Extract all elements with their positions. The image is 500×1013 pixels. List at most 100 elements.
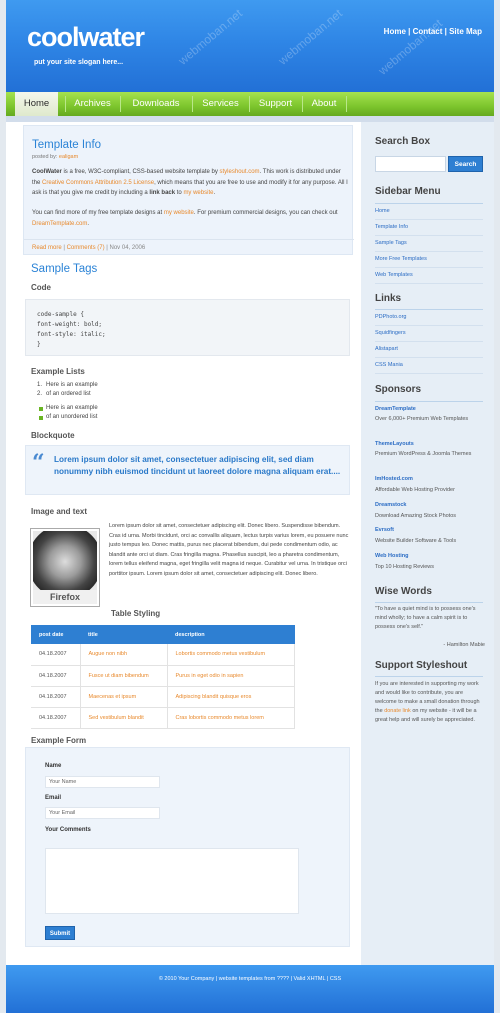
nav-item-about[interactable]: About <box>303 92 345 116</box>
toplink-home[interactable]: Home <box>384 27 406 36</box>
cell-desc-link[interactable]: Cras lobortis commodo metus lorem <box>167 707 295 729</box>
divider <box>375 602 483 603</box>
sidebar-menu-more-templates[interactable]: More Free Templates <box>375 252 483 268</box>
post-paragraph-2: You can find more of my free template de… <box>32 210 338 227</box>
sponsors-title: Sponsors <box>375 384 422 395</box>
my-website-link-2[interactable]: my website <box>164 210 194 216</box>
cell-date: 04.18.2007 <box>31 665 81 687</box>
toplink-contact[interactable]: Contact <box>413 27 443 36</box>
cell-desc-link[interactable]: Purus in eget odio in sapien <box>167 665 295 687</box>
example-form: Name Your Name Email Your Email Your Com… <box>25 747 350 947</box>
license-link[interactable]: Creative Commons Attribution 2.5 License <box>42 180 154 186</box>
sponsor-desc: Download Amazing Stock Photos <box>375 513 457 519</box>
search-input[interactable] <box>375 156 446 172</box>
wise-author: - Hamilton Mabie <box>443 642 485 648</box>
sample-table: post date title description 04.18.2007 A… <box>31 625 295 729</box>
th-post-date: post date <box>31 625 80 644</box>
search-button[interactable]: Search <box>448 156 483 172</box>
sponsor-link[interactable]: ThemeLayouts <box>375 441 414 447</box>
nav-separator <box>346 96 347 112</box>
cell-date: 04.18.2007 <box>31 644 81 666</box>
quote-icon: “ <box>32 450 45 476</box>
sponsor-link[interactable]: Evrsoft <box>375 527 394 533</box>
nav-item-support[interactable]: Support <box>250 92 301 116</box>
table-row: 04.18.2007 Augue non nibh Lobortis commo… <box>31 644 295 666</box>
link-cssmania[interactable]: CSS Mania <box>375 358 483 374</box>
sponsor-desc: Top 10 Hosting Reviews <box>375 564 435 570</box>
blockquote: “ Lorem ipsum dolor sit amet, consectetu… <box>25 445 350 495</box>
sponsor-desc: Over 6,000+ Premium Web Templates <box>375 416 469 422</box>
sponsor-link[interactable]: ImHosted.com <box>375 476 413 482</box>
post-title[interactable]: Template Info <box>32 139 101 151</box>
th-title: title <box>80 625 167 644</box>
support-text: If you are interested in supporting my w… <box>375 681 480 723</box>
email-field[interactable]: Your Email <box>45 807 160 819</box>
table-row: 04.18.2007 Maecenas et ipsum Adipiscing … <box>31 686 295 708</box>
toplink-sitemap[interactable]: Site Map <box>449 27 482 36</box>
name-label: Name <box>45 763 62 769</box>
sponsor-desc: Affordable Web Hosting Provider <box>375 487 455 493</box>
post-footer: Read more | Comments (7) | Nov 04, 2006 <box>24 239 354 256</box>
table-row: 04.18.2007 Sed vestibulum blandit Cras l… <box>31 707 295 729</box>
links-title: Links <box>375 293 402 304</box>
site-slogan: put your site slogan here... <box>34 59 124 66</box>
link-alistapart[interactable]: Alistapart <box>375 342 483 358</box>
link-squidfingers[interactable]: Squidfingers <box>375 326 483 342</box>
divider <box>375 401 483 402</box>
main-nav: Home Archives Downloads Services Support… <box>6 92 494 116</box>
wise-quote: "To have a quiet mind is to possess one'… <box>375 606 476 630</box>
sidebar-menu-template-info[interactable]: Template Info <box>375 220 483 236</box>
cell-title-link[interactable]: Maecenas et ipsum <box>80 686 168 708</box>
image-text: Lorem ipsum dolor sit amet, consectetuer… <box>109 523 349 577</box>
site-footer: © 2010 Your Company | website templates … <box>6 965 494 1013</box>
site-header: webmoban.net webmoban.net webmoban.net c… <box>6 0 494 92</box>
name-field[interactable]: Your Name <box>45 776 160 788</box>
comments-textarea[interactable] <box>45 848 299 914</box>
sponsor-link[interactable]: Dreamstock <box>375 502 407 508</box>
nav-item-archives[interactable]: Archives <box>66 92 119 116</box>
post-byline: posted by: ealigam <box>32 154 78 160</box>
sidebar-menu-sample-tags[interactable]: Sample Tags <box>375 236 483 252</box>
sidebar-menu-home[interactable]: Home <box>375 204 483 220</box>
cell-desc-link[interactable]: Lobortis commodo metus vestibulum <box>167 644 295 666</box>
nav-item-downloads[interactable]: Downloads <box>121 92 191 116</box>
image-heading: Image and text <box>31 507 88 516</box>
watermark: webmoban.net <box>275 6 346 68</box>
sidebar-menu-title: Sidebar Menu <box>375 186 441 197</box>
ordered-list: 1. Here is an example 2. of an ordered lis… <box>33 381 98 399</box>
nav-item-services[interactable]: Services <box>193 92 248 116</box>
sidebar-menu-web-templates[interactable]: Web Templates <box>375 268 483 284</box>
top-links: Home | Contact | Site Map <box>383 27 482 36</box>
site-logo[interactable]: coolwater <box>27 22 145 53</box>
form-heading: Example Form <box>31 736 87 745</box>
watermark: webmoban.net <box>175 6 246 68</box>
donate-link[interactable]: donate link <box>384 708 411 714</box>
cell-title-link[interactable]: Augue non nibh <box>80 644 168 666</box>
link-pdphoto[interactable]: PDPhoto.org <box>375 310 483 326</box>
cell-title-link[interactable]: Fusce ut diam bibendum <box>80 665 168 687</box>
read-more-link[interactable]: Read more <box>32 245 62 251</box>
image-caption: Firefox <box>33 590 97 604</box>
post-paragraph-1: CoolWater is a free, W3C-compliant, CSS-… <box>32 169 348 196</box>
my-website-link[interactable]: my website <box>183 190 213 196</box>
author-link[interactable]: ealigam <box>59 154 78 160</box>
comments-link[interactable]: Comments (7) <box>67 245 105 251</box>
code-line: font-style: italic; <box>37 331 106 338</box>
firefox-logo-icon: Firefox <box>33 531 97 604</box>
nav-item-home[interactable]: Home <box>15 92 58 116</box>
styleshout-link[interactable]: styleshout.com <box>220 169 260 175</box>
code-line: code-sample { <box>37 311 84 318</box>
dreamtemplate-link[interactable]: DreamTemplate.com <box>32 221 87 227</box>
code-line: font-weight: bold; <box>37 321 103 328</box>
blockquote-heading: Blockquote <box>31 431 75 440</box>
cell-title-link[interactable]: Sed vestibulum blandit <box>80 707 168 729</box>
list-item: 1. Here is an example <box>37 382 98 388</box>
sponsor-link[interactable]: Web Hosting <box>375 553 409 559</box>
table-heading: Table Styling <box>111 609 161 618</box>
footer-text: © 2010 Your Company | website templates … <box>158 976 342 982</box>
quote-text: Lorem ipsum dolor sit amet, consectetuer… <box>54 455 341 476</box>
cell-desc-link[interactable]: Adipiscing blandit quisque eros <box>167 686 295 708</box>
submit-button[interactable]: Submit <box>45 926 75 940</box>
bullet-icon <box>39 407 43 411</box>
sponsor-link[interactable]: DreamTemplate <box>375 406 416 412</box>
